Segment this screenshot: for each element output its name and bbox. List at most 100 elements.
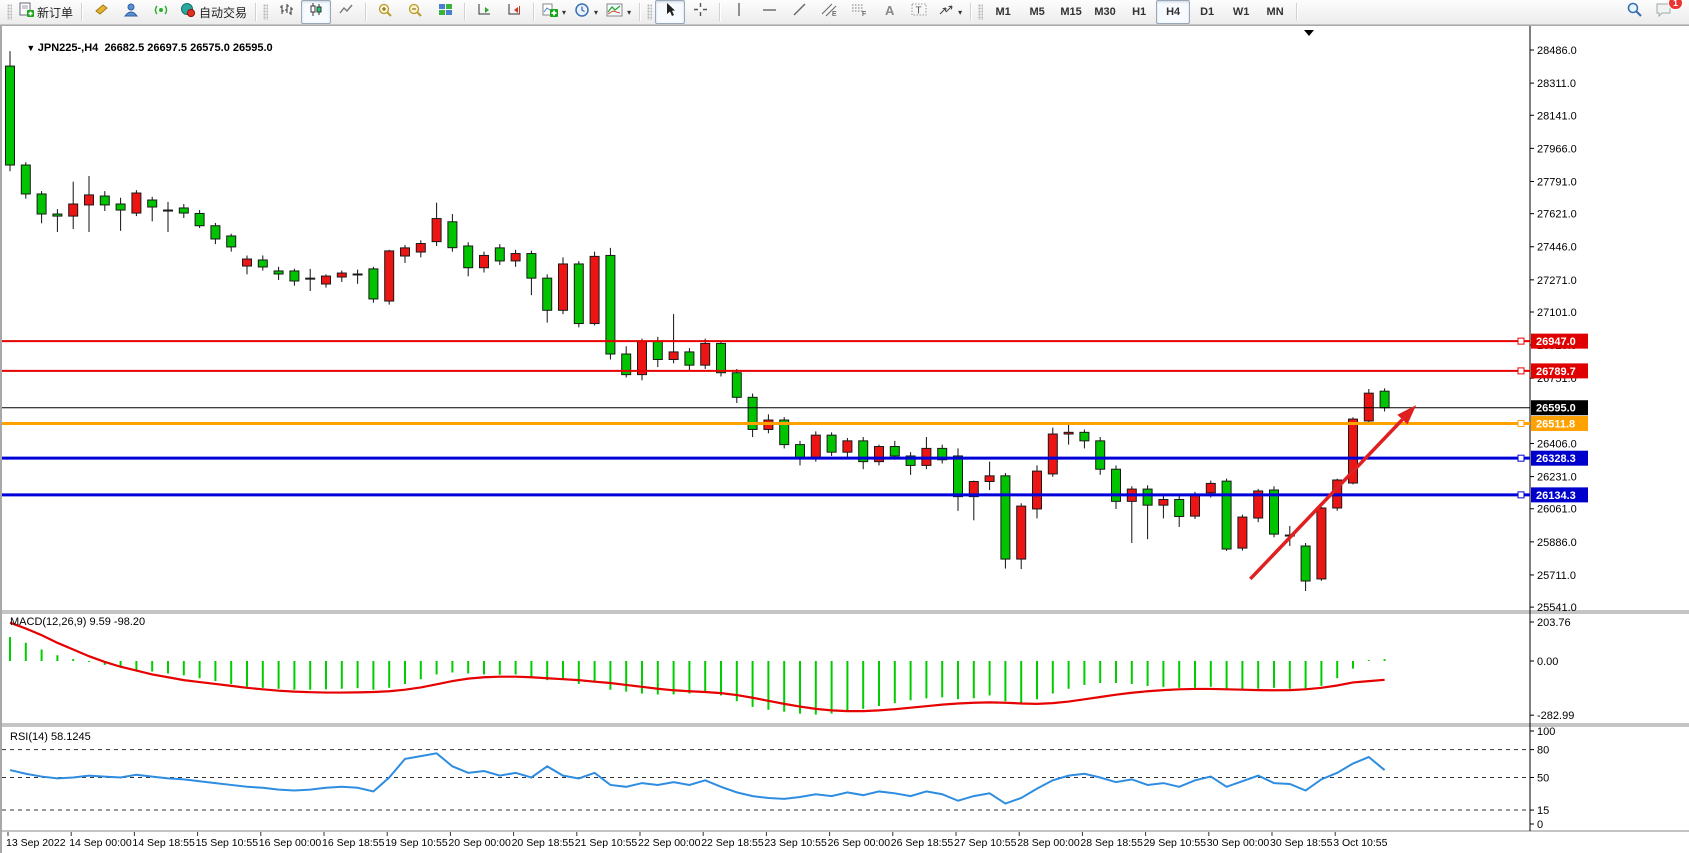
chevron-down-icon: ▾ [958,8,962,17]
timeframe-button-m30[interactable]: M30 [1088,0,1122,24]
hline-icon [762,3,777,21]
timeframe-button-m1[interactable]: M1 [986,0,1020,24]
chevron-down-icon: ▾ [594,8,598,17]
crosshair-icon [693,2,708,22]
chevron-down-icon: ▾ [627,8,631,17]
tile-windows-button[interactable] [430,0,460,24]
svg-text:26134.3: 26134.3 [1536,490,1576,502]
new-order-label: 新订单 [37,4,73,21]
toolbar-grip[interactable] [647,4,652,20]
svg-text:E: E [832,11,837,17]
rsi-indicator-label: RSI(14) 58.1245 [10,731,91,743]
svg-text:29 Sep 10:55: 29 Sep 10:55 [1144,837,1207,849]
separator [970,3,971,21]
indicators-button[interactable]: ▾ [538,0,570,24]
separator [255,3,256,21]
tile-windows-icon [438,2,453,22]
candles-chart-icon [309,2,324,22]
crosshair-button[interactable] [685,0,715,24]
chart-shift-icon [506,2,522,22]
chart-canvas[interactable]: 28486.028311.028141.027966.027791.027621… [2,26,1689,853]
line-chart-button[interactable] [331,0,361,24]
alerts-icon [94,2,109,22]
label-icon: T [911,2,927,22]
candles-chart-button[interactable] [301,0,331,24]
text-button[interactable]: A [874,0,904,24]
separator [533,3,534,21]
separator [365,3,366,21]
vline-icon [733,2,745,22]
svg-text:27966.0: 27966.0 [1537,143,1577,155]
svg-text:T: T [916,6,922,17]
timeframe-button-m15[interactable]: M15 [1054,0,1088,24]
svg-text:28 Sep 00:00: 28 Sep 00:00 [1017,837,1080,849]
svg-text:26406.0: 26406.0 [1537,438,1577,450]
indicators-icon [542,2,558,23]
channel-icon: E [821,2,838,22]
svg-text:20 Sep 18:55: 20 Sep 18:55 [512,837,575,849]
arrows-tool-icon [938,2,954,22]
svg-text:27621.0: 27621.0 [1537,209,1577,221]
trendline-button[interactable] [784,0,814,24]
timeframe-button-h4[interactable]: H4 [1156,0,1190,24]
bars-chart-button[interactable] [271,0,301,24]
timeframe-button-m5[interactable]: M5 [1020,0,1054,24]
timeframe-button-d1[interactable]: D1 [1190,0,1224,24]
new-order-button[interactable]: 新订单 [15,0,77,24]
svg-text:0.00: 0.00 [1537,656,1558,668]
chart-menu-caret[interactable]: ▼ [26,43,37,53]
zoom-out-icon [407,2,423,23]
macd-indicator-label: MACD(12,26,9) 9.59 -98.20 [10,616,145,628]
cursor-button[interactable] [655,0,685,24]
svg-text:26231.0: 26231.0 [1537,472,1577,484]
label-button[interactable]: T [904,0,934,24]
timeframe-button-h1[interactable]: H1 [1122,0,1156,24]
text-icon: A [883,3,896,22]
autotrading-label: 自动交易 [199,4,247,21]
signals-button[interactable] [146,0,176,24]
svg-text:13 Sep 2022: 13 Sep 2022 [6,837,66,849]
zoom-out-button[interactable] [400,0,430,24]
svg-text:26595.0: 26595.0 [1536,403,1576,415]
chart-shift-button[interactable] [499,0,529,24]
fibonacci-button[interactable]: F [844,0,874,24]
svg-text:25711.0: 25711.0 [1537,570,1576,582]
svg-text:-282.99: -282.99 [1537,710,1574,722]
zoom-in-icon [377,2,393,23]
svg-text:26061.0: 26061.0 [1537,504,1577,516]
chart-title: ▼ JPN225-,H4 26682.5 26697.5 26575.0 265… [8,30,273,66]
toolbar-grip[interactable] [263,4,268,20]
new-order-icon [19,2,34,22]
bars-chart-icon [279,2,294,22]
svg-text:14 Sep 00:00: 14 Sep 00:00 [69,837,132,849]
toolbar-grip[interactable] [7,4,12,20]
svg-text:27791.0: 27791.0 [1537,176,1577,188]
search-button[interactable] [1619,0,1649,24]
hline-button[interactable] [754,0,784,24]
periods-button[interactable]: ▾ [570,0,602,24]
svg-text:0: 0 [1537,819,1543,831]
svg-text:3 Oct 10:55: 3 Oct 10:55 [1333,837,1387,849]
toolbar-grip[interactable] [978,4,983,20]
vline-button[interactable] [724,0,754,24]
channel-button[interactable]: E [814,0,844,24]
auto-scroll-button[interactable] [469,0,499,24]
svg-text:28141.0: 28141.0 [1537,110,1577,122]
timeframe-button-w1[interactable]: W1 [1224,0,1258,24]
profile-button[interactable] [116,0,146,24]
svg-text:16 Sep 00:00: 16 Sep 00:00 [259,837,322,849]
chart-symbol: JPN225-,H4 [38,42,99,54]
svg-text:28311.0: 28311.0 [1537,78,1576,90]
arrows-tool-button[interactable]: ▾ [934,0,966,24]
timeframe-button-mn[interactable]: MN [1258,0,1292,24]
alerts-button[interactable] [86,0,116,24]
chevron-down-icon: ▾ [562,8,566,17]
templates-button[interactable]: ▾ [602,0,635,24]
autotrading-button[interactable]: 自动交易 [176,0,251,24]
svg-text:22 Sep 00:00: 22 Sep 00:00 [638,837,701,849]
svg-text:26511.8: 26511.8 [1536,418,1575,430]
svg-text:19 Sep 10:55: 19 Sep 10:55 [385,837,448,849]
zoom-in-button[interactable] [370,0,400,24]
svg-text:30 Sep 00:00: 30 Sep 00:00 [1207,837,1270,849]
chat-button[interactable]: 1 [1649,0,1679,24]
